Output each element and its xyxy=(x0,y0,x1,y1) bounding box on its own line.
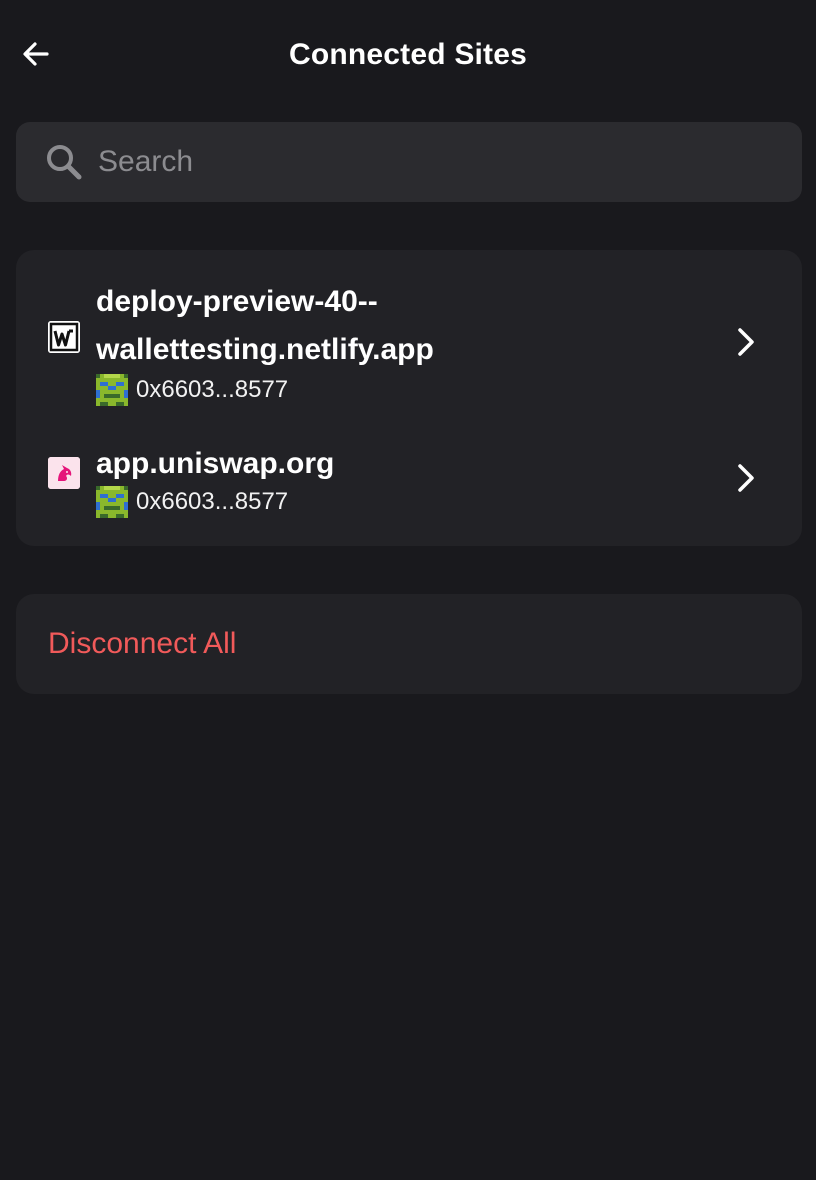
chevron-right-icon[interactable] xyxy=(730,322,762,362)
site-name-line: wallettesting.netlify.app xyxy=(96,333,434,366)
netlify-site-favicon xyxy=(48,321,80,353)
wallet-testing-logo-icon xyxy=(48,321,80,353)
header: Connected Sites xyxy=(0,0,816,110)
site-name: app.uniswap.org xyxy=(96,447,335,480)
connected-sites-list: deploy-preview-40-- wallettesting.netlif… xyxy=(16,250,802,546)
account-address: 0x6603...8577 xyxy=(136,376,289,403)
account-avatar-icon xyxy=(96,486,128,518)
account-avatar-icon xyxy=(96,374,128,406)
search-icon xyxy=(47,145,82,180)
search-input[interactable] xyxy=(98,138,758,186)
chevron-right-icon[interactable] xyxy=(730,458,762,498)
disconnect-all-label: Disconnect All xyxy=(48,627,237,660)
page-title: Connected Sites xyxy=(288,38,528,71)
site-name-line: deploy-preview-40-- xyxy=(96,285,378,318)
site-name: deploy-preview-40-- wallettesting.netlif… xyxy=(96,278,656,374)
disconnect-all-button[interactable]: Disconnect All xyxy=(16,594,802,694)
account-line: 0x6603...8577 xyxy=(96,374,288,406)
account-line: 0x6603...8577 xyxy=(96,486,288,518)
account-address: 0x6603...8577 xyxy=(136,488,289,515)
uniswap-site-favicon xyxy=(48,457,80,489)
connected-sites-screen: Connected Sites deploy-preview-40-- wall… xyxy=(0,0,816,1180)
unicorn-icon xyxy=(48,457,80,489)
